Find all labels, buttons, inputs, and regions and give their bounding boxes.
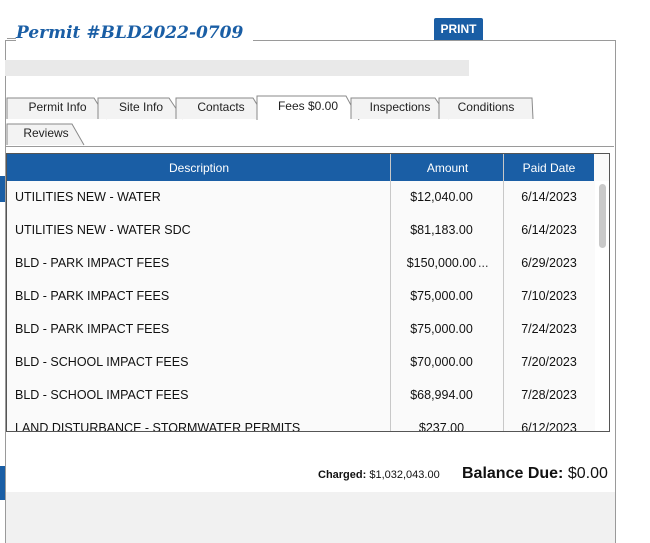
fee-description: BLD - PARK IMPACT FEES — [15, 322, 170, 336]
fee-description: UTILITIES NEW - WATER SDC — [15, 223, 191, 237]
fee-amount: $150,000.00 — [406, 256, 477, 270]
balance-value: $0.00 — [567, 465, 608, 482]
title-divider — [7, 38, 16, 39]
tab-inspections[interactable]: Inspections — [350, 95, 450, 120]
charged-label: Charged: — [318, 469, 367, 481]
fee-description: BLD - PARK IMPACT FEES — [15, 289, 170, 303]
fee-amount: $75,000.00 — [410, 322, 473, 336]
scrollbar-thumb[interactable] — [599, 184, 606, 248]
table-row[interactable]: BLD - PARK IMPACT FEES $150,000.00 ... 6… — [7, 247, 594, 280]
tab-label: Conditions — [457, 100, 515, 114]
fee-paid-date: 7/10/2023 — [521, 289, 577, 303]
fee-amount: $12,040.00 — [410, 190, 473, 204]
charged-total: Charged: $1,032,043.00 — [318, 469, 440, 481]
fee-description: BLD - SCHOOL IMPACT FEES — [15, 355, 189, 369]
tabs-baseline — [6, 146, 614, 147]
tab-permit-info[interactable]: Permit Info — [6, 95, 109, 120]
fee-amount: $70,000.00 — [410, 355, 473, 369]
fee-description: UTILITIES NEW - WATER — [15, 190, 161, 204]
table-row[interactable]: BLD - PARK IMPACT FEES $75,000.00 7/24/2… — [7, 313, 594, 346]
fee-description: LAND DISTURBANCE - STORMWATER PERMITS — [15, 421, 301, 432]
table-row[interactable]: UTILITIES NEW - WATER SDC $81,183.00 6/1… — [7, 214, 594, 247]
fee-paid-date: 6/14/2023 — [521, 190, 577, 204]
table-row[interactable]: UTILITIES NEW - WATER $12,040.00 6/14/20… — [7, 181, 594, 214]
table-row[interactable]: BLD - SCHOOL IMPACT FEES $68,994.00 7/28… — [7, 379, 594, 412]
tab-reviews[interactable]: Reviews — [6, 121, 86, 146]
table-row[interactable]: BLD - PARK IMPACT FEES $75,000.00 7/10/2… — [7, 280, 594, 313]
fee-paid-date: 6/12/2023 — [521, 421, 577, 432]
balance-label: Balance Due: — [462, 465, 564, 482]
fee-amount: $81,183.00 — [410, 223, 473, 237]
fee-paid-date: 6/29/2023 — [521, 256, 577, 270]
fees-table: Description Amount Paid Date UTILITIES N… — [6, 153, 610, 432]
tab-label: Contacts — [197, 100, 245, 114]
column-header-paid-date[interactable]: Paid Date — [504, 154, 594, 181]
fee-amount: $75,000.00 — [410, 289, 473, 303]
tab-label: Fees $0.00 — [277, 99, 339, 113]
permit-title: Permit #BLD2022-0709 — [16, 23, 254, 43]
tab-label: Reviews — [23, 126, 69, 140]
fee-description: BLD - SCHOOL IMPACT FEES — [15, 388, 189, 402]
table-header: Description Amount Paid Date — [7, 154, 594, 181]
column-header-amount[interactable]: Amount — [391, 154, 504, 181]
fee-amount: $237.00 — [418, 421, 465, 432]
fee-paid-date: 6/14/2023 — [521, 223, 577, 237]
panel-footer — [5, 492, 616, 543]
tab-conditions[interactable]: Conditions — [438, 95, 534, 120]
tab-fees[interactable]: Fees $0.00 — [256, 94, 360, 121]
table-row[interactable]: LAND DISTURBANCE - STORMWATER PERMITS $2… — [7, 412, 594, 432]
tab-label: Inspections — [369, 100, 431, 114]
more-indicator[interactable]: ... — [478, 247, 488, 280]
fee-paid-date: 7/24/2023 — [521, 322, 577, 336]
charged-value: $1,032,043.00 — [369, 469, 440, 481]
fee-description: BLD - PARK IMPACT FEES — [15, 256, 170, 270]
tab-label: Permit Info — [28, 100, 87, 114]
column-header-description[interactable]: Description — [7, 154, 391, 181]
tab-contacts[interactable]: Contacts — [175, 95, 267, 120]
tab-site-info[interactable]: Site Info — [97, 95, 185, 120]
table-row[interactable]: BLD - SCHOOL IMPACT FEES $70,000.00 7/20… — [7, 346, 594, 379]
print-button[interactable]: PRINT — [434, 18, 483, 40]
fee-amount: $68,994.00 — [410, 388, 473, 402]
fee-paid-date: 7/28/2023 — [521, 388, 577, 402]
fee-paid-date: 7/20/2023 — [521, 355, 577, 369]
tab-label: Site Info — [118, 100, 164, 114]
balance-due: Balance Due: $0.00 — [462, 465, 608, 483]
loading-placeholder — [5, 60, 469, 76]
